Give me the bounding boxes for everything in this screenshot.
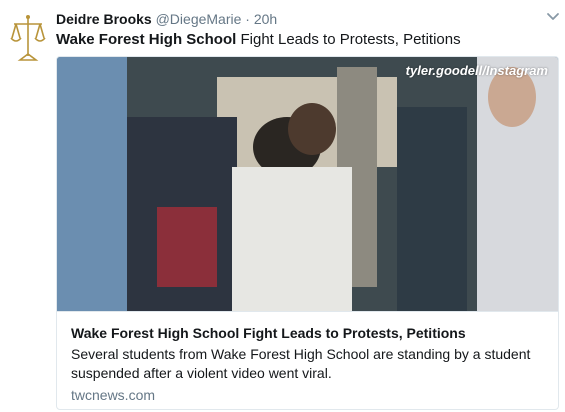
card-domain[interactable]: twcnews.com: [71, 386, 155, 404]
separator-dot: ·: [245, 11, 250, 27]
author-name[interactable]: Deidre Brooks: [56, 11, 152, 27]
tweet-header: Deidre Brooks @DiegeMarie · 20h: [56, 10, 277, 28]
card-image[interactable]: tyler.goodell/Instagram: [57, 57, 558, 311]
tweet-text-bold: Wake Forest High School: [56, 31, 237, 48]
avatar[interactable]: [8, 12, 48, 64]
tweet-text-rest: Fight Leads to Protests, Petitions: [236, 31, 461, 48]
chevron-down-icon: [547, 13, 559, 20]
tweet[interactable]: Deidre Brooks @DiegeMarie · 20h Wake For…: [0, 0, 565, 412]
tweet-menu-button[interactable]: [545, 8, 561, 24]
card-body[interactable]: Wake Forest High School Fight Leads to P…: [57, 311, 558, 409]
link-card[interactable]: tyler.goodell/Instagram Wake Forest High…: [56, 56, 559, 410]
tweet-text: Wake Forest High School Fight Leads to P…: [56, 30, 461, 50]
author-handle[interactable]: @DiegeMarie: [156, 11, 242, 27]
card-title[interactable]: Wake Forest High School Fight Leads to P…: [71, 324, 466, 342]
tweet-timestamp[interactable]: 20h: [254, 11, 277, 27]
video-still: [57, 57, 558, 311]
card-description: Several students from Wake Forest High S…: [71, 346, 531, 381]
image-watermark: tyler.goodell/Instagram: [405, 63, 548, 78]
scales-of-justice-icon: [10, 15, 46, 61]
